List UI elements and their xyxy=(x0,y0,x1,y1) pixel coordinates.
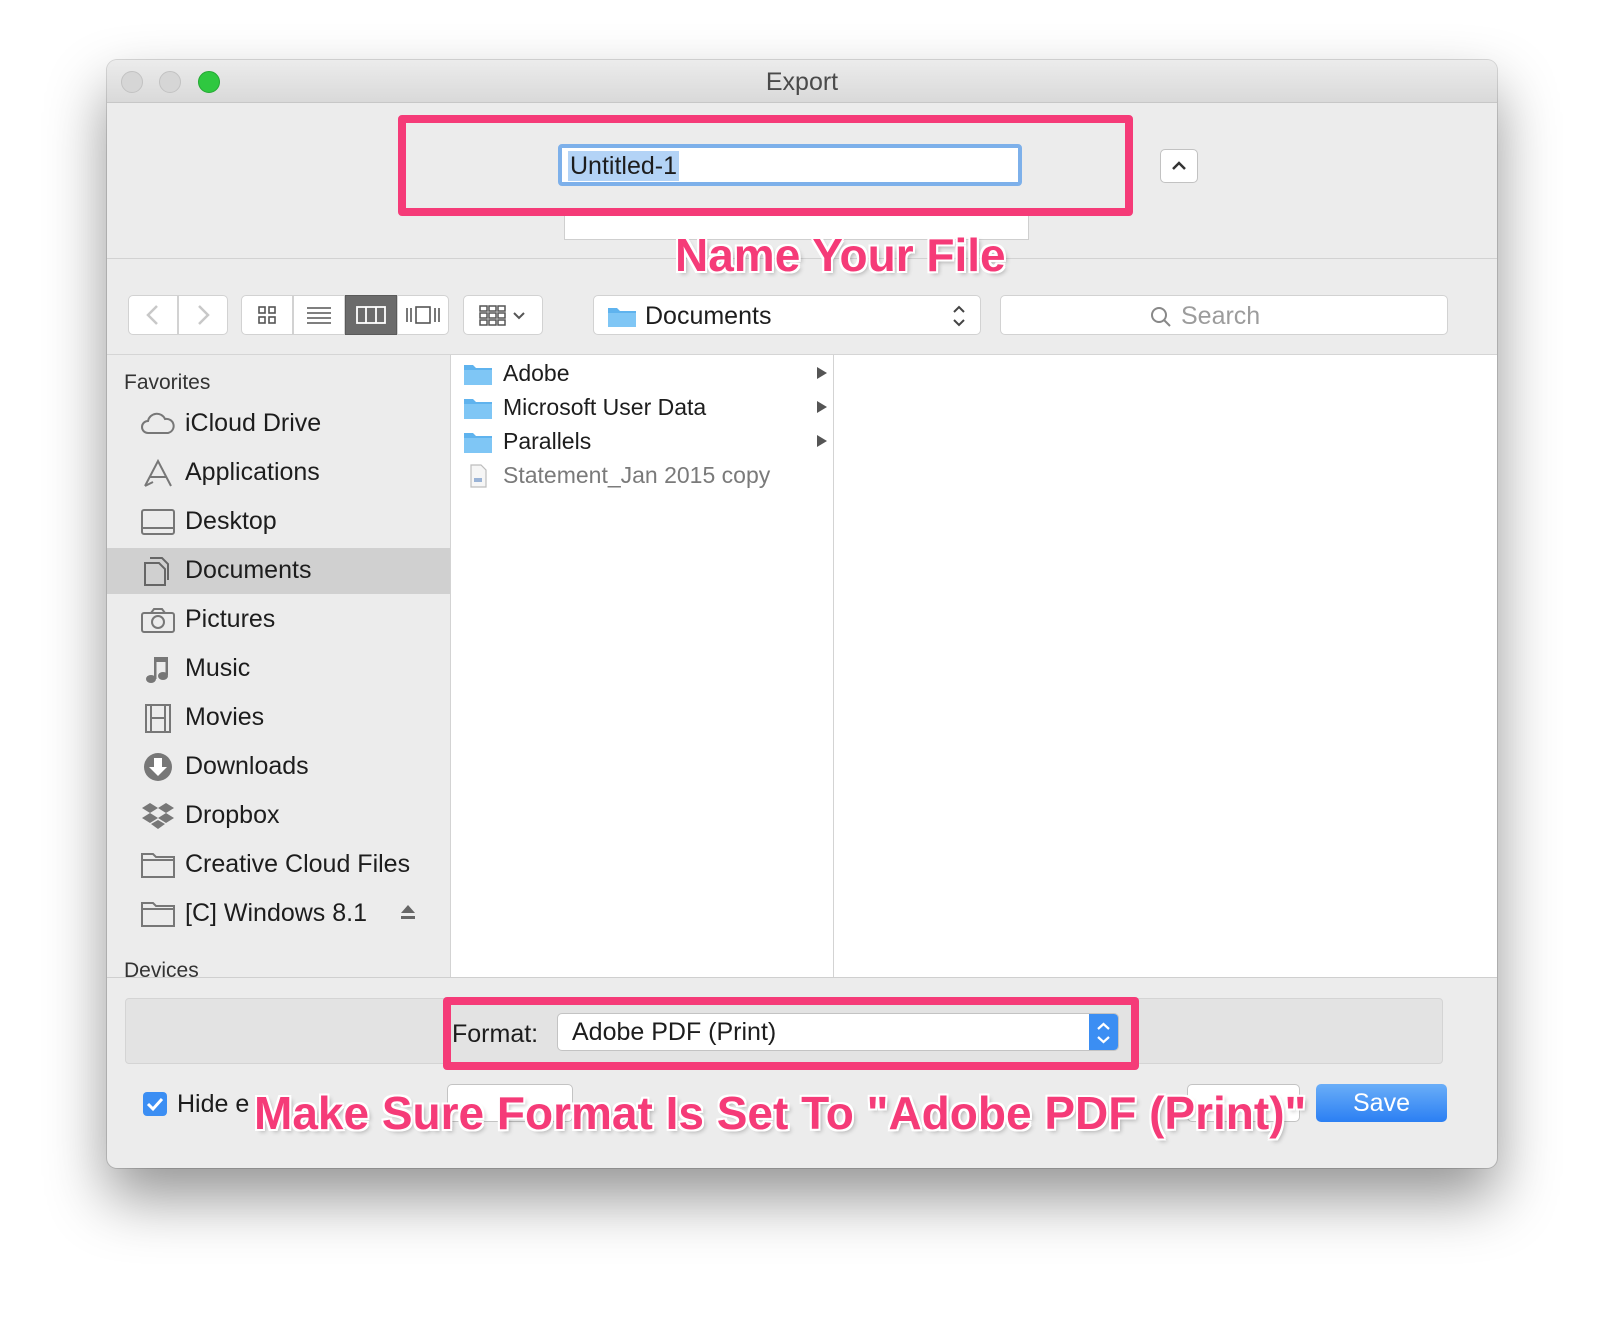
column-view-icon xyxy=(356,306,386,324)
folder-icon xyxy=(464,433,492,453)
camera-icon xyxy=(141,608,175,633)
sidebar-item-windows-8-1[interactable]: [C] Windows 8.1 xyxy=(107,891,450,937)
folder-icon xyxy=(464,365,492,385)
folder-icon xyxy=(608,308,636,327)
file-item-label: Parallels xyxy=(503,428,592,454)
search-icon xyxy=(1151,307,1171,327)
annotation-name-your-file: Name Your File xyxy=(675,229,1006,281)
forward-button[interactable] xyxy=(178,295,228,335)
sidebar-item-applications[interactable]: Applications xyxy=(107,450,450,496)
list-view-button[interactable] xyxy=(293,295,345,335)
location-label: Documents xyxy=(645,302,772,330)
title-bar: Export xyxy=(107,60,1497,103)
dropbox-icon xyxy=(142,803,174,829)
chevron-up-icon xyxy=(1172,161,1186,170)
file-item-statement: Statement_Jan 2015 copy xyxy=(451,459,833,493)
highlight-box-name xyxy=(398,115,1133,216)
checkmark-icon xyxy=(146,1097,164,1112)
search-placeholder: Search xyxy=(1181,302,1261,330)
cloud-icon xyxy=(141,412,175,434)
sidebar-section-devices: Devices xyxy=(124,959,199,982)
highlight-box-format xyxy=(443,997,1139,1070)
folder-icon xyxy=(141,902,175,927)
applications-icon xyxy=(144,458,172,487)
sidebar-item-label: Downloads xyxy=(185,752,309,780)
chevron-left-icon xyxy=(146,305,158,325)
collapse-dialog-button[interactable] xyxy=(1160,149,1198,183)
sidebar-item-label: Desktop xyxy=(185,507,277,535)
desktop-icon xyxy=(141,509,175,535)
disclosure-arrow-icon xyxy=(817,435,827,447)
divider xyxy=(107,977,1497,978)
hide-extension-checkbox[interactable] xyxy=(143,1092,167,1116)
sidebar-item-documents[interactable]: Documents xyxy=(107,548,450,594)
sidebar-item-pictures[interactable]: Pictures xyxy=(107,597,450,643)
save-button[interactable]: Save xyxy=(1316,1084,1447,1122)
file-item-label: Adobe xyxy=(503,360,570,386)
view-mode-selector xyxy=(241,295,449,335)
sidebar-item-creative-cloud-files[interactable]: Creative Cloud Files xyxy=(107,842,450,888)
sidebar-item-label: Applications xyxy=(185,458,320,486)
icon-view-icon xyxy=(258,306,276,324)
folder-icon xyxy=(464,399,492,419)
documents-icon xyxy=(144,557,169,586)
sidebar-item-label: [C] Windows 8.1 xyxy=(185,899,368,927)
file-item-label: Statement_Jan 2015 copy xyxy=(503,462,771,488)
file-item-adobe[interactable]: Adobe xyxy=(451,357,833,391)
disclosure-arrow-icon xyxy=(817,401,827,413)
column-view-button[interactable] xyxy=(345,295,397,335)
music-note-icon xyxy=(146,657,168,683)
sidebar-item-music[interactable]: Music xyxy=(107,646,450,692)
sidebar-item-label: Dropbox xyxy=(185,801,280,829)
search-input[interactable]: Search xyxy=(1000,295,1448,335)
preview-column xyxy=(834,355,1497,977)
arrange-icon xyxy=(479,305,525,326)
disclosure-arrow-icon xyxy=(817,367,827,379)
eject-icon[interactable] xyxy=(399,903,417,921)
sidebar-item-downloads[interactable]: Downloads xyxy=(107,744,450,790)
film-icon xyxy=(145,704,171,733)
location-popup[interactable]: Documents xyxy=(593,295,981,335)
sidebar: Favorites iCloud Drive Applications Desk… xyxy=(107,355,451,982)
sidebar-item-icloud-drive[interactable]: iCloud Drive xyxy=(107,401,450,447)
icon-view-button[interactable] xyxy=(241,295,293,335)
sidebar-item-desktop[interactable]: Desktop xyxy=(107,499,450,545)
list-view-icon xyxy=(307,307,331,324)
sidebar-item-label: Pictures xyxy=(185,605,276,633)
up-down-arrows-icon xyxy=(953,305,965,327)
folder-icon xyxy=(141,853,175,878)
document-icon xyxy=(470,464,487,488)
back-button[interactable] xyxy=(128,295,178,335)
sidebar-item-label: Documents xyxy=(185,556,312,584)
file-browser-column: Adobe Microsoft User Data Parallels Stat… xyxy=(451,355,834,977)
annotation-format-note: Make Sure Format Is Set To "Adobe PDF (P… xyxy=(254,1087,1307,1139)
sidebar-item-label: Movies xyxy=(185,703,265,731)
cover-flow-button[interactable] xyxy=(397,295,449,335)
sidebar-item-movies[interactable]: Movies xyxy=(107,695,450,741)
sidebar-item-dropbox[interactable]: Dropbox xyxy=(107,793,450,839)
sidebar-item-label: Music xyxy=(185,654,251,682)
cover-flow-icon xyxy=(406,306,440,324)
window-title: Export xyxy=(765,68,839,96)
chevron-right-icon xyxy=(198,305,210,325)
sidebar-item-label: Creative Cloud Files xyxy=(185,850,411,878)
sidebar-section-favorites: Favorites xyxy=(124,371,211,394)
sidebar-item-label: iCloud Drive xyxy=(185,409,322,437)
file-item-label: Microsoft User Data xyxy=(503,394,707,420)
arrange-button[interactable] xyxy=(463,295,543,335)
hide-extension-label: Hide e xyxy=(177,1090,250,1118)
download-icon xyxy=(144,753,172,781)
file-item-parallels[interactable]: Parallels xyxy=(451,425,833,459)
file-item-microsoft-user-data[interactable]: Microsoft User Data xyxy=(451,391,833,425)
